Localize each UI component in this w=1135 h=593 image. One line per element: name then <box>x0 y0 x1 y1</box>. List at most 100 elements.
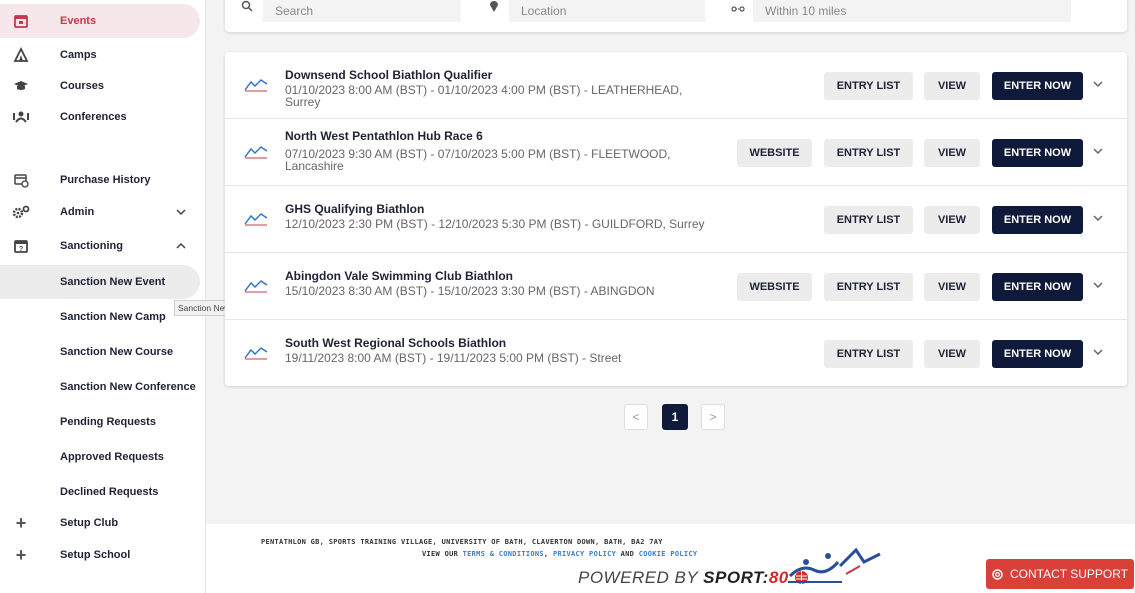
list-item: South West Regional Schools Biathlon 19/… <box>225 320 1127 387</box>
sidebar-item-purchase-history[interactable]: Purchase History <box>0 163 200 197</box>
contact-support-label: CONTACT SUPPORT <box>1009 567 1128 581</box>
distance-select[interactable]: Within 10 miles <box>753 0 1071 22</box>
event-title[interactable]: GHS Qualifying Biathlon <box>285 202 424 216</box>
sidebar-item-label: Declined Requests <box>60 486 159 498</box>
chevron-down-icon[interactable] <box>1093 279 1103 291</box>
event-details: 01/10/2023 8:00 AM (BST) - 01/10/2023 4:… <box>285 83 683 109</box>
lifebuoy-icon <box>992 568 1003 580</box>
entry-list-button[interactable]: ENTRY LIST <box>824 340 913 368</box>
plus-icon: + <box>15 544 27 565</box>
powered-by: POWERED BY SPORT:80 <box>578 568 809 588</box>
location-input[interactable]: Location <box>509 0 705 22</box>
handshake-icon <box>12 108 30 126</box>
event-title[interactable]: Downsend School Biathlon Qualifier <box>285 68 492 82</box>
chevron-down-icon[interactable] <box>1093 212 1103 224</box>
location-pin-icon <box>489 0 499 15</box>
sidebar-item-approved-requests[interactable]: Approved Requests <box>0 440 200 474</box>
sidebar-item-label: Setup Club <box>60 517 119 529</box>
enter-now-button[interactable]: ENTER NOW <box>992 273 1083 301</box>
pentathlon-logo-icon <box>243 212 269 226</box>
sidebar-item-declined-requests[interactable]: Declined Requests <box>0 475 200 509</box>
view-button[interactable]: VIEW <box>924 340 980 368</box>
chevron-down-icon[interactable] <box>1093 145 1103 157</box>
footer-links: VIEW OUR TERMS & CONDITIONS, PRIVACY POL… <box>422 550 697 558</box>
sidebar-item-label: Courses <box>60 80 105 92</box>
event-details: 07/10/2023 9:30 AM (BST) - 07/10/2023 5:… <box>285 147 671 173</box>
footer-text: VIEW OUR <box>422 550 459 558</box>
sidebar-item-setup-school[interactable]: + Setup School <box>0 538 200 572</box>
sidebar-item-courses[interactable]: Courses <box>0 69 200 103</box>
view-button[interactable]: VIEW <box>924 139 980 167</box>
sidebar-item-sanction-new-course[interactable]: Sanction New Course <box>0 335 200 369</box>
sidebar: Events Camps Courses Conferences Purchas… <box>0 0 206 593</box>
sidebar-item-label: Camps <box>60 49 97 61</box>
sidebar-item-setup-club[interactable]: + Setup Club <box>0 506 200 540</box>
sidebar-item-sanctioning[interactable]: ? Sanctioning <box>0 229 200 263</box>
view-button[interactable]: VIEW <box>924 72 980 100</box>
footer-address: PENTATHLON GB, SPORTS TRAINING VILLAGE, … <box>261 538 663 546</box>
pentathlon-logo-icon <box>243 145 269 159</box>
search-input[interactable]: Search <box>263 0 461 22</box>
enter-now-button[interactable]: ENTER NOW <box>992 139 1083 167</box>
view-button[interactable]: VIEW <box>924 273 980 301</box>
sidebar-item-sanction-new-event[interactable]: Sanction New Event <box>0 265 200 299</box>
sidebar-item-sanction-new-conference[interactable]: Sanction New Conference <box>0 370 200 404</box>
event-title[interactable]: South West Regional Schools Biathlon <box>285 336 506 350</box>
chevron-down-icon[interactable] <box>1093 346 1103 358</box>
graduation-cap-icon <box>12 77 30 95</box>
pentathlon-logo-icon <box>243 78 269 92</box>
page-1-button[interactable]: 1 <box>662 404 688 430</box>
sidebar-item-label: Sanctioning <box>60 240 123 252</box>
privacy-link[interactable]: PRIVACY POLICY <box>553 550 616 558</box>
plus-icon: + <box>15 512 27 533</box>
terms-link[interactable]: TERMS & CONDITIONS <box>463 550 544 558</box>
chevron-down-icon <box>176 206 186 218</box>
svg-text:?: ? <box>19 246 23 253</box>
enter-now-button[interactable]: ENTER NOW <box>992 206 1083 234</box>
website-button[interactable]: WEBSITE <box>737 273 812 301</box>
enter-now-button[interactable]: ENTER NOW <box>992 72 1083 100</box>
sidebar-item-label: Pending Requests <box>60 416 156 428</box>
cookie-link[interactable]: COOKIE POLICY <box>639 550 698 558</box>
entry-list-button[interactable]: ENTRY LIST <box>824 139 913 167</box>
enter-now-button[interactable]: ENTER NOW <box>992 340 1083 368</box>
entry-list-button[interactable]: ENTRY LIST <box>824 273 913 301</box>
pentathlon-logo-icon <box>243 346 269 360</box>
sidebar-item-events[interactable]: Events <box>0 4 200 38</box>
footer-text: AND <box>620 550 635 558</box>
chevron-up-icon <box>176 240 186 252</box>
sidebar-item-label: Setup School <box>60 549 131 561</box>
chevron-down-icon[interactable] <box>1093 78 1103 90</box>
website-button[interactable]: WEBSITE <box>737 139 812 167</box>
event-title[interactable]: Abingdon Vale Swimming Club Biathlon <box>285 269 513 283</box>
sidebar-item-camps[interactable]: Camps <box>0 38 200 72</box>
pentathlon-gb-logo-icon <box>784 544 884 591</box>
sidebar-item-pending-requests[interactable]: Pending Requests <box>0 405 200 439</box>
distance-icon <box>731 0 745 15</box>
contact-support-button[interactable]: CONTACT SUPPORT <box>986 559 1134 589</box>
sidebar-item-sanction-new-camp[interactable]: Sanction New Camp <box>0 300 200 334</box>
list-item: North West Pentathlon Hub Race 6 07/10/2… <box>225 119 1127 186</box>
sidebar-item-conferences[interactable]: Conferences <box>0 100 200 134</box>
sidebar-item-label: Events <box>60 15 97 27</box>
entry-list-button[interactable]: ENTRY LIST <box>824 72 913 100</box>
list-item: Downsend School Biathlon Qualifier 01/10… <box>225 52 1127 119</box>
event-title[interactable]: North West Pentathlon Hub Race 6 <box>285 129 483 143</box>
list-item: Abingdon Vale Swimming Club Biathlon 15/… <box>225 253 1127 320</box>
sidebar-item-label: Sanction New Course <box>60 346 174 358</box>
pentathlon-logo-icon <box>243 279 269 293</box>
event-list: Downsend School Biathlon Qualifier 01/10… <box>225 52 1127 386</box>
sidebar-item-admin[interactable]: Admin <box>0 195 200 229</box>
entry-list-button[interactable]: ENTRY LIST <box>824 206 913 234</box>
next-page-button[interactable]: > <box>701 404 725 430</box>
sidebar-item-label: Purchase History <box>60 174 151 186</box>
sidebar-item-label: Admin <box>60 206 95 218</box>
list-item: GHS Qualifying Biathlon 12/10/2023 2:30 … <box>225 186 1127 253</box>
view-button[interactable]: VIEW <box>924 206 980 234</box>
calendar-question-icon: ? <box>12 237 30 255</box>
sidebar-item-label: Sanction New Camp <box>60 311 166 323</box>
main-content: Search Location Within 10 miles Downsend… <box>206 0 1135 524</box>
search-bar: Search Location Within 10 miles <box>225 0 1127 32</box>
previous-page-button[interactable]: < <box>624 404 648 430</box>
footer-text: , <box>543 550 549 558</box>
